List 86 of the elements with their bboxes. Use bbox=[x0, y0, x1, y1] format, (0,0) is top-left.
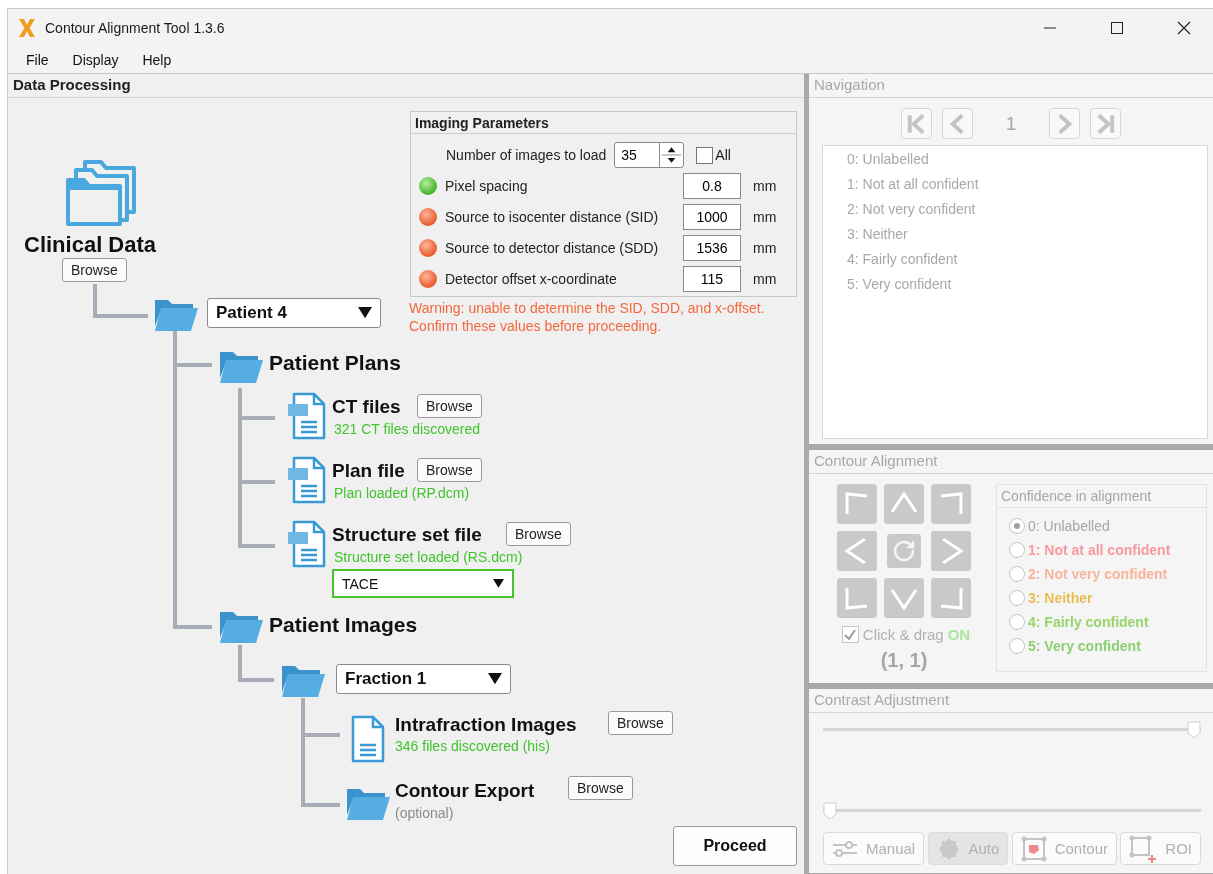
menu-item[interactable]: File bbox=[14, 51, 61, 68]
value-field[interactable]: 1000 bbox=[683, 204, 741, 230]
folders-icon bbox=[65, 160, 137, 226]
roi-icon bbox=[1129, 834, 1158, 863]
radio-label: 5: Very confident bbox=[1028, 638, 1141, 654]
node-title: Patient Images bbox=[269, 613, 418, 637]
structure-dropdown[interactable]: TACE bbox=[332, 569, 514, 598]
reset-icon bbox=[892, 539, 916, 563]
field-label: Source to isocenter distance (SID) bbox=[444, 209, 660, 225]
caret-icon bbox=[488, 673, 502, 685]
warning-text: Warning: unable to determine the SID, SDD, and x-offset. Confirm these values before proceeding. bbox=[409, 299, 766, 335]
checkbox-label: Click & drag bbox=[862, 626, 944, 643]
field-label: Number of images to load bbox=[446, 147, 607, 163]
maximize-icon bbox=[1111, 21, 1123, 34]
reset-button[interactable] bbox=[887, 534, 921, 568]
panel-title: Imaging Parameters bbox=[411, 112, 796, 134]
patient-dropdown[interactable]: Patient 4 bbox=[207, 298, 381, 328]
browse-button[interactable]: Browse bbox=[62, 258, 127, 282]
radio-label: 3: Neither bbox=[1028, 590, 1093, 606]
field-label: Pixel spacing bbox=[444, 178, 529, 194]
document-icon bbox=[286, 392, 326, 440]
right-arrow-button[interactable] bbox=[931, 531, 971, 571]
status-text: Structure set loaded (RS.dcm) bbox=[334, 549, 523, 565]
browse-button[interactable]: Browse bbox=[417, 394, 482, 418]
node-title: Intrafraction Images bbox=[395, 714, 577, 736]
radio-label: 0: Unlabelled bbox=[1028, 518, 1110, 534]
contour-icon bbox=[1020, 835, 1047, 862]
status-text: 321 CT files discovered bbox=[334, 421, 481, 437]
all-checkbox[interactable] bbox=[696, 146, 714, 164]
value-field[interactable]: 115 bbox=[683, 266, 741, 292]
state-label: ON bbox=[947, 626, 971, 643]
unit-label: mm bbox=[752, 271, 778, 287]
unit-label: mm bbox=[752, 209, 778, 225]
browse-button[interactable]: Browse bbox=[608, 711, 673, 735]
node-title: Clinical Data bbox=[24, 232, 157, 258]
caret-icon bbox=[493, 579, 504, 588]
left-arrow-button[interactable] bbox=[837, 531, 877, 571]
up-arrow-button[interactable] bbox=[884, 484, 924, 524]
first-page-button[interactable] bbox=[901, 108, 932, 139]
document-icon bbox=[286, 456, 326, 504]
checkbox-label: All bbox=[715, 147, 731, 163]
up-left-arrow-button[interactable] bbox=[837, 484, 877, 524]
note-text: (optional) bbox=[395, 805, 454, 821]
app-logo-icon bbox=[18, 17, 36, 38]
up-right-arrow-button[interactable] bbox=[931, 484, 971, 524]
window-title: Contour Alignment Tool 1.3.6 bbox=[45, 19, 226, 36]
status-text: Plan loaded (RP.dcm) bbox=[334, 485, 470, 501]
down-left-arrow-button[interactable] bbox=[837, 578, 877, 618]
group-title: Confidence in alignment bbox=[997, 485, 1206, 508]
radio-label: 1: Not at all confident bbox=[1028, 542, 1171, 558]
close-icon bbox=[1177, 20, 1191, 35]
unit-label: mm bbox=[752, 240, 778, 256]
contrast-slider[interactable] bbox=[823, 721, 1201, 739]
radio-label: 4: Fairly confident bbox=[1028, 614, 1149, 630]
node-title: Structure set file bbox=[332, 524, 482, 546]
fraction-dropdown[interactable]: Fraction 1 bbox=[336, 664, 511, 694]
unit-label: mm bbox=[752, 178, 778, 194]
down-arrow-button[interactable] bbox=[884, 578, 924, 618]
node-title: Patient Plans bbox=[269, 351, 401, 375]
value-field[interactable]: 0.8 bbox=[683, 173, 741, 199]
contrast-slider[interactable] bbox=[823, 802, 1201, 820]
value-field[interactable]: 1536 bbox=[683, 235, 741, 261]
previous-page-button[interactable] bbox=[942, 108, 973, 139]
field-label: Source to detector distance (SDD) bbox=[444, 240, 660, 256]
browse-button[interactable]: Browse bbox=[506, 522, 571, 546]
menu-item[interactable]: Display bbox=[60, 51, 131, 68]
page-number: 1 bbox=[1004, 112, 1018, 135]
node-title: CT files bbox=[332, 396, 401, 418]
sliders-icon bbox=[832, 838, 858, 859]
status-text: 346 files discovered (his) bbox=[395, 738, 550, 754]
gear-icon bbox=[936, 836, 961, 861]
down-right-arrow-button[interactable] bbox=[931, 578, 971, 618]
position-readout: (1, 1) bbox=[880, 649, 928, 672]
browse-button[interactable]: Browse bbox=[417, 458, 482, 482]
menu-item[interactable]: Help bbox=[130, 51, 184, 68]
next-page-button[interactable] bbox=[1049, 108, 1080, 139]
field-label: Detector offset x-coordinate bbox=[444, 271, 618, 287]
count-spinner[interactable]: 35 bbox=[614, 142, 685, 168]
node-title: Plan file bbox=[332, 460, 405, 482]
caret-icon bbox=[358, 307, 372, 319]
proceed-button[interactable]: Proceed bbox=[673, 826, 797, 866]
browse-button[interactable]: Browse bbox=[568, 776, 633, 800]
document-icon bbox=[286, 520, 326, 568]
radio-label: 2: Not very confident bbox=[1028, 566, 1168, 582]
node-title: Contour Export bbox=[395, 780, 535, 802]
last-page-button[interactable] bbox=[1090, 108, 1121, 139]
